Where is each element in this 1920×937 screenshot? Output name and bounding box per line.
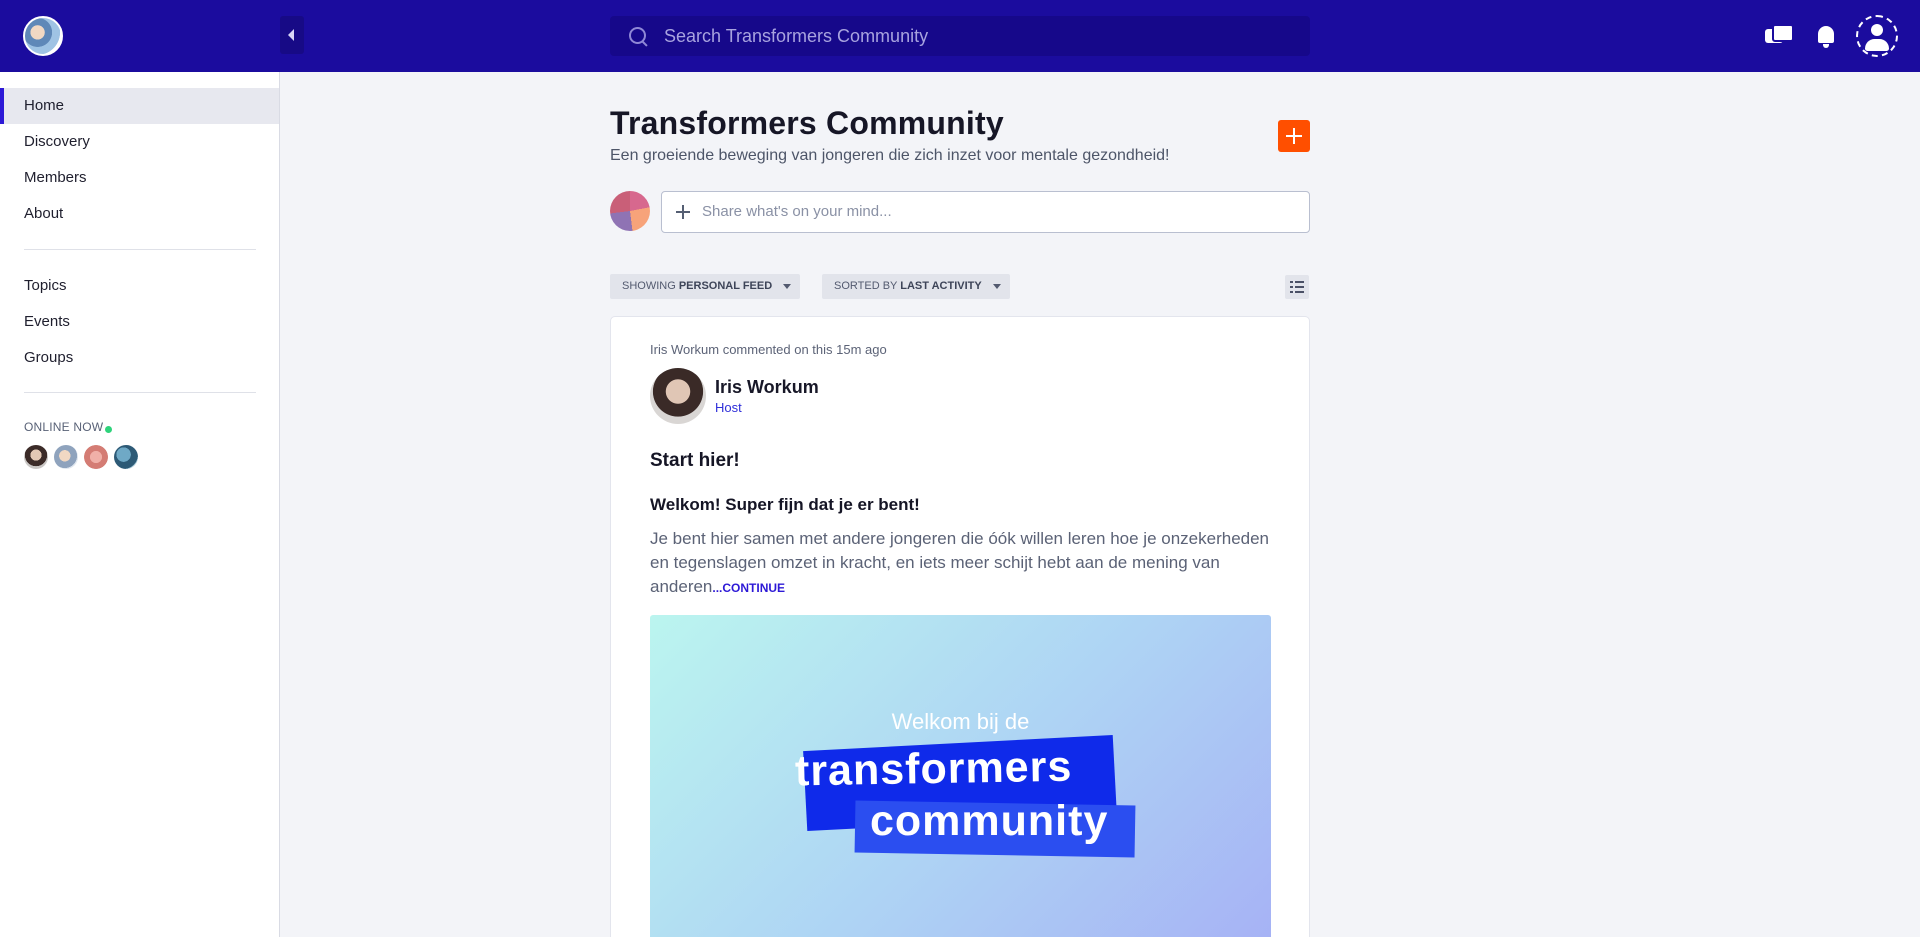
chat-icon[interactable] (1765, 24, 1794, 48)
search-icon (628, 26, 648, 46)
community-description: Een groeiende beweging van jongeren die … (610, 147, 1170, 164)
avatar[interactable] (114, 445, 138, 469)
community-logo-icon[interactable] (23, 16, 63, 56)
filter-prefix: SHOWING (622, 280, 676, 292)
profile-icon[interactable] (1856, 15, 1898, 57)
search-input[interactable]: Search Transformers Community (664, 26, 928, 47)
banner-title-line: transformers (794, 742, 1073, 796)
post-composer-input[interactable]: Share what's on your mind... (661, 191, 1310, 233)
post-card: Iris Workum commented on this 15m ago Ir… (610, 316, 1310, 937)
post-banner-image[interactable]: Welkom bij de transformers community (650, 615, 1271, 937)
banner-text-line: Welkom bij de (891, 709, 1030, 734)
top-bar: Search Transformers Community (0, 0, 1920, 72)
online-status-dot (105, 426, 112, 433)
sidebar-item-events[interactable]: Events (0, 304, 279, 340)
author-name[interactable]: Iris Workum (715, 377, 819, 398)
avatar[interactable] (650, 368, 706, 424)
list-view-icon[interactable] (1285, 275, 1309, 299)
online-now-label: ONLINE NOW (24, 420, 104, 434)
page-title: Transformers Community (610, 105, 1004, 141)
sidebar-item-about[interactable]: About (0, 196, 279, 232)
banner-title-line: community (870, 797, 1109, 845)
plus-icon (676, 205, 690, 219)
avatar[interactable] (84, 445, 108, 469)
sidebar-item-discovery[interactable]: Discovery (0, 124, 279, 160)
post-title[interactable]: Start hier! (650, 450, 740, 472)
add-post-button[interactable] (1278, 120, 1310, 152)
post-heading: Welkom! Super fijn dat je er bent! (650, 495, 920, 514)
filter-value: PERSONAL FEED (678, 280, 773, 292)
author-role: Host (715, 400, 742, 415)
sidebar-divider (24, 392, 256, 393)
sort-value: LAST ACTIVITY (900, 280, 982, 292)
sidebar-item-topics[interactable]: Topics (0, 268, 279, 304)
sort-dropdown[interactable]: SORTED BY LAST ACTIVITY (822, 274, 1010, 299)
sidebar: Home Discovery Members About Topics Even… (0, 72, 280, 937)
chevron-down-icon (992, 284, 1001, 289)
post-body: Je bent hier samen met andere jongeren d… (650, 527, 1280, 600)
activity-line: Iris Workum commented on this 15m ago (650, 342, 887, 357)
continue-link[interactable]: ...CONTINUE (712, 581, 785, 595)
composer-placeholder: Share what's on your mind... (702, 203, 892, 220)
sidebar-item-home[interactable]: Home (0, 88, 279, 124)
avatar[interactable] (610, 191, 650, 231)
avatar[interactable] (54, 445, 78, 469)
search-bar[interactable]: Search Transformers Community (610, 16, 1310, 56)
sidebar-item-members[interactable]: Members (0, 160, 279, 196)
sidebar-item-groups[interactable]: Groups (0, 340, 279, 376)
sidebar-divider (24, 249, 256, 250)
sort-prefix: SORTED BY (834, 280, 898, 292)
collapse-sidebar-button[interactable] (280, 16, 304, 54)
feed-filter-dropdown[interactable]: SHOWING PERSONAL FEED (610, 274, 801, 299)
avatar[interactable] (24, 445, 48, 469)
bell-icon[interactable] (1814, 24, 1840, 48)
chevron-down-icon (783, 284, 792, 289)
